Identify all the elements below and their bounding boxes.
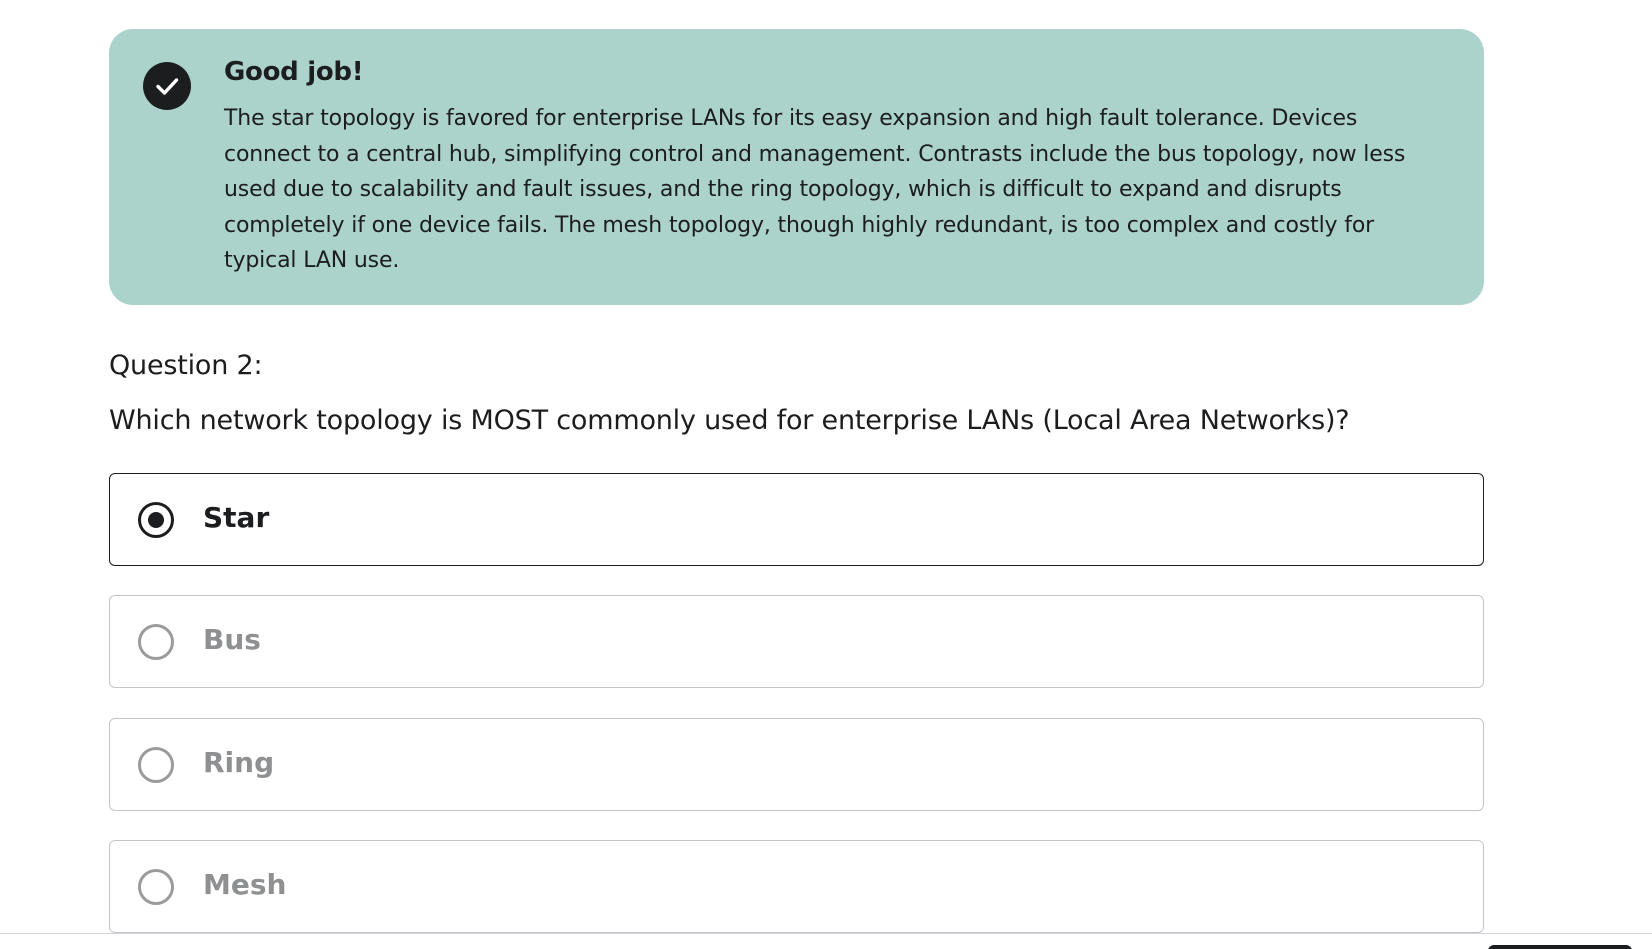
answer-option-label: Star [203,501,270,534]
quiz-page: Good job! The star topology is favored f… [0,0,1652,949]
radio-unselected-icon[interactable] [138,869,174,905]
answer-option-label: Mesh [203,868,287,901]
feedback-title: Good job! [224,57,364,87]
answer-option-label: Ring [203,746,275,779]
question-prompt: Which network topology is MOST commonly … [109,405,1350,436]
answer-option-star[interactable]: Star [109,473,1484,566]
answer-option-label: Bus [203,623,261,656]
radio-dot-icon [148,512,164,528]
feedback-explanation: The star topology is favored for enterpr… [224,106,1406,273]
question-number: Question 2: [109,350,263,381]
radio-unselected-icon[interactable] [138,624,174,660]
footer-divider [0,933,1652,934]
radio-unselected-icon[interactable] [138,747,174,783]
radio-selected-icon[interactable] [138,502,174,538]
feedback-panel: Good job! The star topology is favored f… [109,29,1484,305]
answer-option-mesh[interactable]: Mesh [109,840,1484,933]
answer-option-bus[interactable]: Bus [109,595,1484,688]
answer-option-ring[interactable]: Ring [109,718,1484,811]
check-circle-icon [143,62,191,110]
footer-button[interactable] [1488,945,1632,949]
